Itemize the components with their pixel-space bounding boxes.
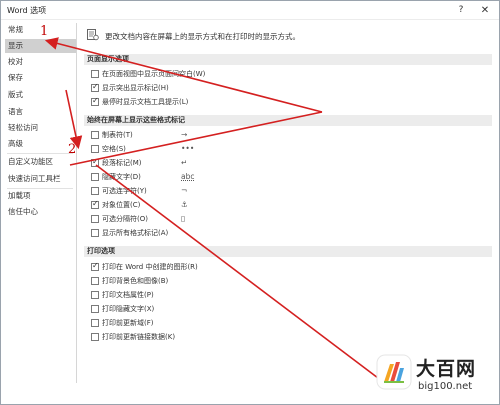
checkbox[interactable] (91, 305, 99, 313)
checkbox[interactable] (91, 261, 99, 271)
option-label: 悬停时显示文档工具提示(L) (102, 98, 189, 106)
checkbox[interactable] (91, 145, 99, 153)
option-label: 可选分隔符(O) (102, 215, 148, 223)
checkbox[interactable] (91, 215, 99, 223)
anchor-icon: ⚓ (181, 200, 188, 209)
hidden-text-icon: abc (181, 172, 195, 181)
section-page-display: 页面显示选项 (84, 54, 492, 65)
space-dots-icon: ••• (181, 144, 195, 153)
optional-hyphen-icon: ¬ (181, 186, 188, 195)
display-document-icon (87, 29, 99, 41)
option-label: 打印在 Word 中创建的图形(R) (102, 263, 198, 271)
title-bar: Word 选项 ? ✕ (1, 1, 499, 20)
checkbox[interactable] (91, 333, 99, 341)
option-label: 显示所有格式标记(A) (102, 229, 169, 237)
tab-arrow-icon: → (181, 130, 188, 139)
display-options-panel: 更改文档内容在屏幕上的显示方式和在打印时的显示方式。 页面显示选项 在页面视图中… (84, 23, 494, 401)
option-label: 打印隐藏文字(X) (102, 305, 155, 313)
panel-description: 更改文档内容在屏幕上的显示方式和在打印时的显示方式。 (105, 32, 300, 41)
paragraph-mark-icon: ↵ (181, 158, 188, 167)
option-label: 打印前更新域(F) (102, 319, 154, 327)
sidebar-item-language[interactable]: 语言 (5, 105, 76, 119)
option-label: 打印背景色和图像(B) (102, 277, 169, 285)
sidebar-item-advanced[interactable]: 高级 (5, 137, 76, 151)
option-label: 空格(S) (102, 145, 126, 153)
sidebar-item-quick-access-toolbar[interactable]: 快速访问工具栏 (5, 172, 76, 186)
checkbox[interactable] (91, 70, 99, 78)
annotation-step-1: 1 (40, 24, 49, 39)
brand-url: big100.net (418, 381, 473, 392)
option-label: 打印文档属性(P) (102, 291, 154, 299)
sidebar-nav: 常规 显示 校对 保存 版式 语言 轻松访问 高级 自定义功能区 快速访问工具栏… (5, 23, 77, 383)
sidebar-item-trust-center[interactable]: 信任中心 (5, 205, 76, 219)
brand-logo-icon (376, 354, 412, 390)
section-printing: 打印选项 (84, 246, 492, 257)
option-label: 段落标记(M) (102, 159, 142, 167)
option-label: 制表符(T) (102, 131, 133, 139)
checkbox[interactable] (91, 229, 99, 237)
brand-name: 大百网 (416, 358, 477, 380)
option-label: 显示突出显示标记(H) (102, 84, 169, 92)
option-label: 对象位置(C) (102, 201, 141, 209)
option-label: 可选连字符(Y) (102, 187, 147, 195)
checkbox[interactable] (91, 173, 99, 181)
option-label: 打印前更新链接数据(K) (102, 333, 176, 341)
checkbox[interactable] (91, 277, 99, 285)
sidebar-divider (7, 153, 73, 154)
checkbox[interactable] (91, 291, 99, 299)
option-label: 在页面视图中显示页面间空白(W) (102, 70, 206, 78)
sidebar-item-add-ins[interactable]: 加载项 (5, 189, 76, 203)
sidebar-item-accessibility[interactable]: 轻松访问 (5, 121, 76, 135)
checkbox[interactable] (91, 187, 99, 195)
checkbox[interactable] (91, 199, 99, 209)
sidebar-item-customize-ribbon[interactable]: 自定义功能区 (5, 155, 76, 169)
section-formatting-marks: 始终在屏幕上显示这些格式标记 (84, 115, 492, 126)
optional-break-icon: ▯ (181, 214, 186, 223)
close-button[interactable]: ✕ (475, 3, 495, 18)
word-options-dialog: Word 选项 ? ✕ 常规 显示 校对 保存 版式 语言 轻松访问 高级 自定… (0, 0, 500, 405)
checkbox[interactable] (91, 96, 99, 106)
annotation-step-2: 2 (68, 142, 77, 157)
sidebar-item-proofing[interactable]: 校对 (5, 55, 76, 69)
watermark-brand: 大百网 big100.net (376, 348, 500, 405)
checkbox[interactable] (91, 131, 99, 139)
checkbox[interactable] (91, 157, 99, 167)
sidebar-item-display[interactable]: 显示 (5, 39, 76, 53)
sidebar-item-typography[interactable]: 版式 (5, 88, 76, 102)
checkbox[interactable] (91, 82, 99, 92)
window-title: Word 选项 (7, 6, 47, 15)
sidebar-item-save[interactable]: 保存 (5, 71, 76, 85)
help-button[interactable]: ? (451, 3, 471, 18)
option-label: 隐藏文字(D) (102, 173, 141, 181)
checkbox[interactable] (91, 319, 99, 327)
